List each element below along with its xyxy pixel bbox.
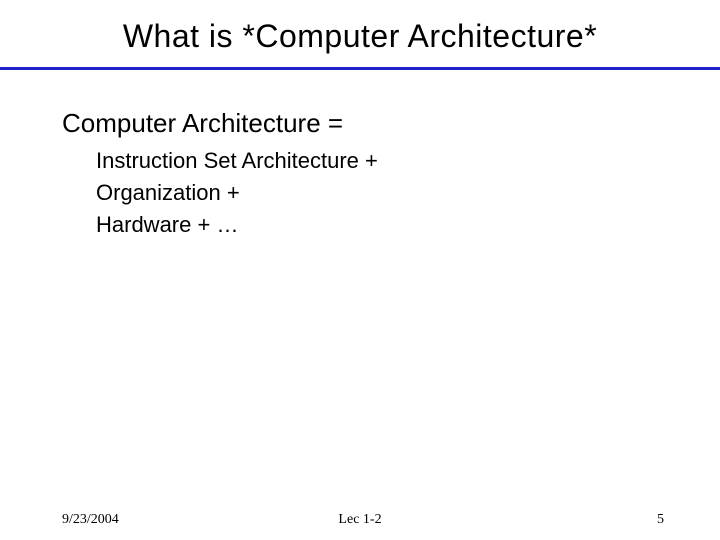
footer-page: 5 — [657, 512, 664, 528]
body-line: Hardware + … — [62, 209, 720, 241]
footer-center: Lec 1-2 — [0, 512, 720, 528]
slide-title: What is *Computer Architecture* — [0, 0, 720, 67]
body-line: Organization + — [62, 177, 720, 209]
content-area: Computer Architecture = Instruction Set … — [0, 70, 720, 241]
body-line: Instruction Set Architecture + — [62, 145, 720, 177]
subheading: Computer Architecture = — [62, 108, 720, 139]
